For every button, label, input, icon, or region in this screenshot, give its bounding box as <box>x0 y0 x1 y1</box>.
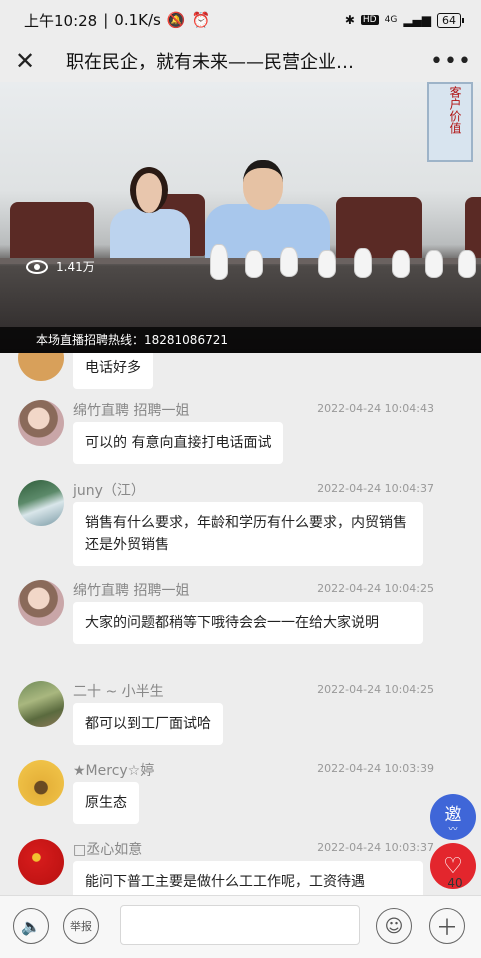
avatar <box>18 760 64 806</box>
invite-label: 邀 <box>444 804 462 825</box>
sender-name: juny（江） <box>73 483 145 499</box>
sender-name: ★Mercy☆婷 <box>73 763 155 779</box>
emoji-icon[interactable]: ☺ <box>376 908 412 944</box>
bottom-bar: 🔈 举报 ☺ ＋ <box>0 895 481 958</box>
avatar <box>18 839 64 885</box>
avatar <box>18 400 64 446</box>
product-bottle <box>318 250 336 278</box>
avatar <box>18 580 64 626</box>
mute-icon: 🔕 <box>166 11 186 29</box>
message-bubble: 大家的问题都稍等下哦待会会一一在给大家说明 <box>73 602 423 644</box>
add-icon[interactable]: ＋ <box>429 908 465 944</box>
viewer-count-label: 1.41万 <box>56 260 95 274</box>
product-bottle <box>425 250 443 278</box>
sender-name: 二十 ~ 小半生 <box>73 684 164 700</box>
bluetooth-icon: ✱ <box>344 13 355 27</box>
page-title: 职在民企，就有未来——民营企业… <box>66 52 354 73</box>
message-time: 2022-04-24 10:04:25 <box>317 683 434 696</box>
hotline-banner: 本场直播招聘热线：18281086721 <box>0 327 481 353</box>
message-bubble: 电话好多 <box>73 353 153 389</box>
signal-icon: ▂▄▆ <box>403 13 431 27</box>
message-bubble: 能问下普工主要是做什么工工作呢，工资待遇 <box>73 861 423 895</box>
status-time: 上午10:28 <box>24 11 98 30</box>
like-count: 40 <box>447 876 463 890</box>
message-bubble: 都可以到工厂面试哈 <box>73 703 223 745</box>
product-bottle <box>280 247 298 277</box>
heart-icon: ♡ <box>443 853 463 879</box>
network-speed: 0.1K/s <box>114 11 161 29</box>
invite-button[interactable]: 邀 〰 <box>430 794 476 840</box>
message-time: 2022-04-24 10:04:37 <box>317 482 434 495</box>
product-bottle <box>458 250 476 278</box>
product-bottle <box>392 250 410 278</box>
comment-input[interactable] <box>120 905 360 945</box>
message-time: 2022-04-24 10:04:43 <box>317 402 434 415</box>
product-bottle <box>354 248 372 278</box>
speaker-icon[interactable]: 🔈 <box>13 908 49 944</box>
message-bubble: 可以的 有意向直接打电话面试 <box>73 422 284 464</box>
chair <box>336 197 422 259</box>
message-time: 2022-04-24 10:03:39 <box>317 762 434 775</box>
chair <box>10 202 94 262</box>
alarm-icon: ⏰ <box>191 11 211 29</box>
report-button[interactable]: 举报 <box>63 908 99 944</box>
product-bottle <box>245 250 263 278</box>
message-time: 2022-04-24 10:03:37 <box>317 841 434 854</box>
sender-name: 绵竹直聘 招聘一姐 <box>73 403 190 419</box>
product-bottle <box>210 244 228 280</box>
more-options-icon[interactable]: ••• <box>421 49 481 74</box>
chat-list[interactable]: 电话好多 绵竹直聘 招聘一姐 2022-04-24 10:04:43 可以的 有… <box>0 353 481 895</box>
battery-icon: 64 <box>437 12 464 28</box>
avatar <box>18 681 64 727</box>
avatar <box>18 353 64 381</box>
eye-icon <box>26 259 48 274</box>
message-bubble: 销售有什么要求，年龄和学历有什么要求，内贸销售还是外贸销售 <box>73 502 423 566</box>
network-type: 4G <box>384 15 398 25</box>
message-bubble: 原生态 <box>73 782 139 824</box>
message-time: 2022-04-24 10:04:25 <box>317 582 434 595</box>
viewer-count: 1.41万 <box>26 258 95 275</box>
hd-icon: HD <box>360 15 379 25</box>
sender-name: □丞心如意 <box>73 842 143 858</box>
host-woman <box>110 167 190 263</box>
wall-poster-text: 客户价值 <box>448 86 462 134</box>
invite-swirl-icon: 〰 <box>448 824 458 835</box>
close-icon[interactable]: ✕ <box>0 40 50 82</box>
live-video-player[interactable]: 客户价值 1.41万 本场直播招聘热线：18281086721 <box>0 82 481 353</box>
avatar <box>18 480 64 526</box>
title-bar: ✕ 职在民企，就有未来——民营企业… ••• <box>0 40 481 82</box>
status-bar: 上午10:28 | 0.1K/s 🔕 ⏰ ✱ HD 4G ▂▄▆ 64 <box>0 0 481 40</box>
sender-name: 绵竹直聘 招聘一姐 <box>73 583 190 599</box>
